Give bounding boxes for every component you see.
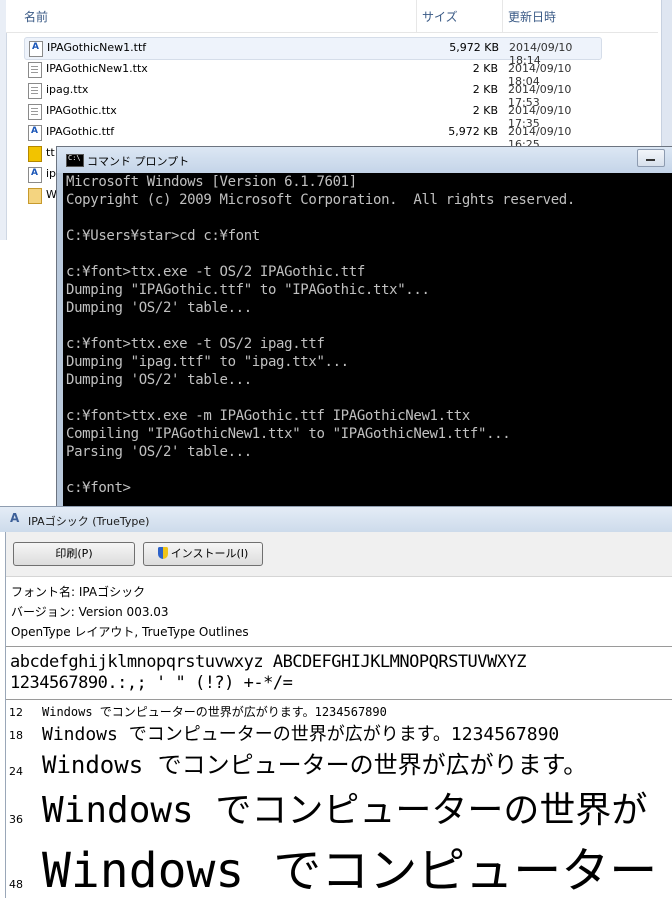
terminal-line: c:¥font>ttx.exe -t OS/2 IPAGothic.ttf [66,264,365,280]
sample-size: 24 [9,765,23,778]
font-name: フォント名: IPAゴシック [11,585,146,599]
text-file-icon [28,104,42,120]
terminal-line: Microsoft Windows [Version 6.1.7601] [66,174,357,190]
file-name: IPAGothicNew1.ttx [46,62,148,75]
sample-line: 36 Windows でコンピューターの世界が [6,781,672,831]
sample-size: 12 [9,706,23,719]
uac-shield-icon [157,547,168,559]
sample-line: 18 Windows でコンピューターの世界が広がります。1234567890 [6,720,672,746]
terminal-line: c:¥font>ttx.exe -m IPAGothic.ttf IPAGoth… [66,408,470,424]
charset-letters: abcdefghijklmnopqrstuvwxyz ABCDEFGHIJKLM… [10,652,526,672]
ttf-file-icon [28,125,42,141]
column-header-name[interactable]: 名前 [24,8,48,25]
file-row[interactable]: IPAGothicNew1.ttf 5,972 KB 2014/09/10 18… [24,37,602,67]
file-name: tt [46,146,55,159]
install-button-label: インストール(I) [170,547,249,560]
divider [6,699,672,700]
ttf-file-icon [29,41,43,57]
charset-digits: 1234567890.:,; ' " (!?) +-*/= [10,673,293,693]
terminal-prompt[interactable]: c:¥font> [63,479,672,497]
terminal-line: c:¥font>ttx.exe -t OS/2 ipag.ttf [66,336,325,352]
sample-text: Windows でコンピューターの世界が [42,790,648,831]
font-viewer-body: 印刷(P) インストール(I) フォント名: IPAゴシック バージョン: Ve… [5,532,672,898]
file-size: 2 KB [472,104,498,117]
file-list-header: 名前 サイズ 更新日時 [6,0,658,33]
file-size: 2 KB [472,83,498,96]
sample-size: 18 [9,729,23,742]
sample-text: Windows でコンピューターの世界が広がります。1234567890 [42,705,387,719]
explorer-nav-pane[interactable] [0,0,7,240]
font-version: バージョン: Version 003.03 [11,605,169,619]
sample-size: 36 [9,813,23,826]
folder-icon [28,188,42,204]
file-name: ipag.ttx [46,83,89,96]
text-file-icon [28,62,42,78]
column-header-size[interactable]: サイズ [422,8,458,25]
file-row[interactable]: IPAGothic.ttx 2 KB 2014/09/10 17:35 [24,101,600,130]
file-name: IPAGothic.ttx [46,104,117,117]
column-separator[interactable] [502,0,503,32]
print-button[interactable]: 印刷(P) [13,542,135,566]
terminal-line: Compiling "IPAGothicNew1.ttx" to "IPAGot… [66,426,511,442]
file-name: IPAGothicNew1.ttf [47,41,147,54]
file-row[interactable]: ipag.ttx 2 KB 2014/09/10 17:53 [24,80,600,109]
font-viewer-window: IPAゴシック (TrueType) 印刷(P) インストール(I) フォント名… [0,506,672,898]
terminal-line: Dumping 'OS/2' table... [66,300,252,316]
cmd-title: コマンド プロンプト [87,155,190,168]
terminal-line: Dumping "ipag.ttf" to "ipag.ttx"... [66,354,349,370]
file-name: ip [46,167,57,180]
file-row[interactable]: IPAGothic.ttf 5,972 KB 2014/09/10 16:25 [24,122,600,151]
font-layout: OpenType レイアウト, TrueType Outlines [11,625,249,639]
cmd-terminal[interactable]: Microsoft Windows [Version 6.1.7601] Cop… [63,173,672,509]
explorer-scrollbar[interactable] [661,0,672,150]
sample-text: Windows でコンピューターの世界が広がります。1234567890 [42,724,560,745]
file-name: IPAGothic.ttf [46,125,115,138]
terminal-line: C:¥Users¥star>cd c:¥font [66,228,260,244]
terminal-line: Parsing 'OS/2' table... [66,444,252,460]
font-viewer-titlebar[interactable]: IPAゴシック (TrueType) [0,507,672,532]
terminal-line: Copyright (c) 2009 Microsoft Corporation… [66,192,575,208]
font-file-icon [9,511,23,526]
minimize-button[interactable] [637,149,665,167]
file-size: 2 KB [472,62,498,75]
font-viewer-title: IPAゴシック (TrueType) [28,515,150,528]
ttf-file-icon [28,167,42,183]
sample-text: Windows でコンピューター [42,843,658,898]
console-icon[interactable] [66,154,84,167]
sample-line: 12 Windows でコンピューターの世界が広がります。1234567890 [6,703,672,721]
print-button-label: 印刷(P) [55,547,93,560]
file-row[interactable]: IPAGothicNew1.ttx 2 KB 2014/09/10 18:04 [24,59,600,88]
file-size: 5,972 KB [449,41,499,54]
cmd-titlebar[interactable]: コマンド プロンプト [57,147,672,173]
command-prompt-window: コマンド プロンプト Microsoft Windows [Version 6.… [56,146,672,512]
file-size: 5,972 KB [448,125,498,138]
sample-line: 24 Windows でコンピューターの世界が広がります。 [6,745,672,781]
terminal-line: Dumping "IPAGothic.ttf" to "IPAGothic.tt… [66,282,430,298]
column-header-date[interactable]: 更新日時 [508,8,556,25]
sample-text: Windows でコンピューターの世界が広がります。 [42,751,588,779]
program-icon [28,146,42,162]
install-button[interactable]: インストール(I) [143,542,263,566]
text-file-icon [28,83,42,99]
sample-size: 48 [9,878,23,891]
terminal-line: Dumping 'OS/2' table... [66,372,252,388]
font-viewer-toolbar: 印刷(P) インストール(I) [6,532,672,577]
sample-line: 48 Windows でコンピューター [6,831,672,898]
column-separator[interactable] [416,0,417,32]
divider [6,646,672,647]
